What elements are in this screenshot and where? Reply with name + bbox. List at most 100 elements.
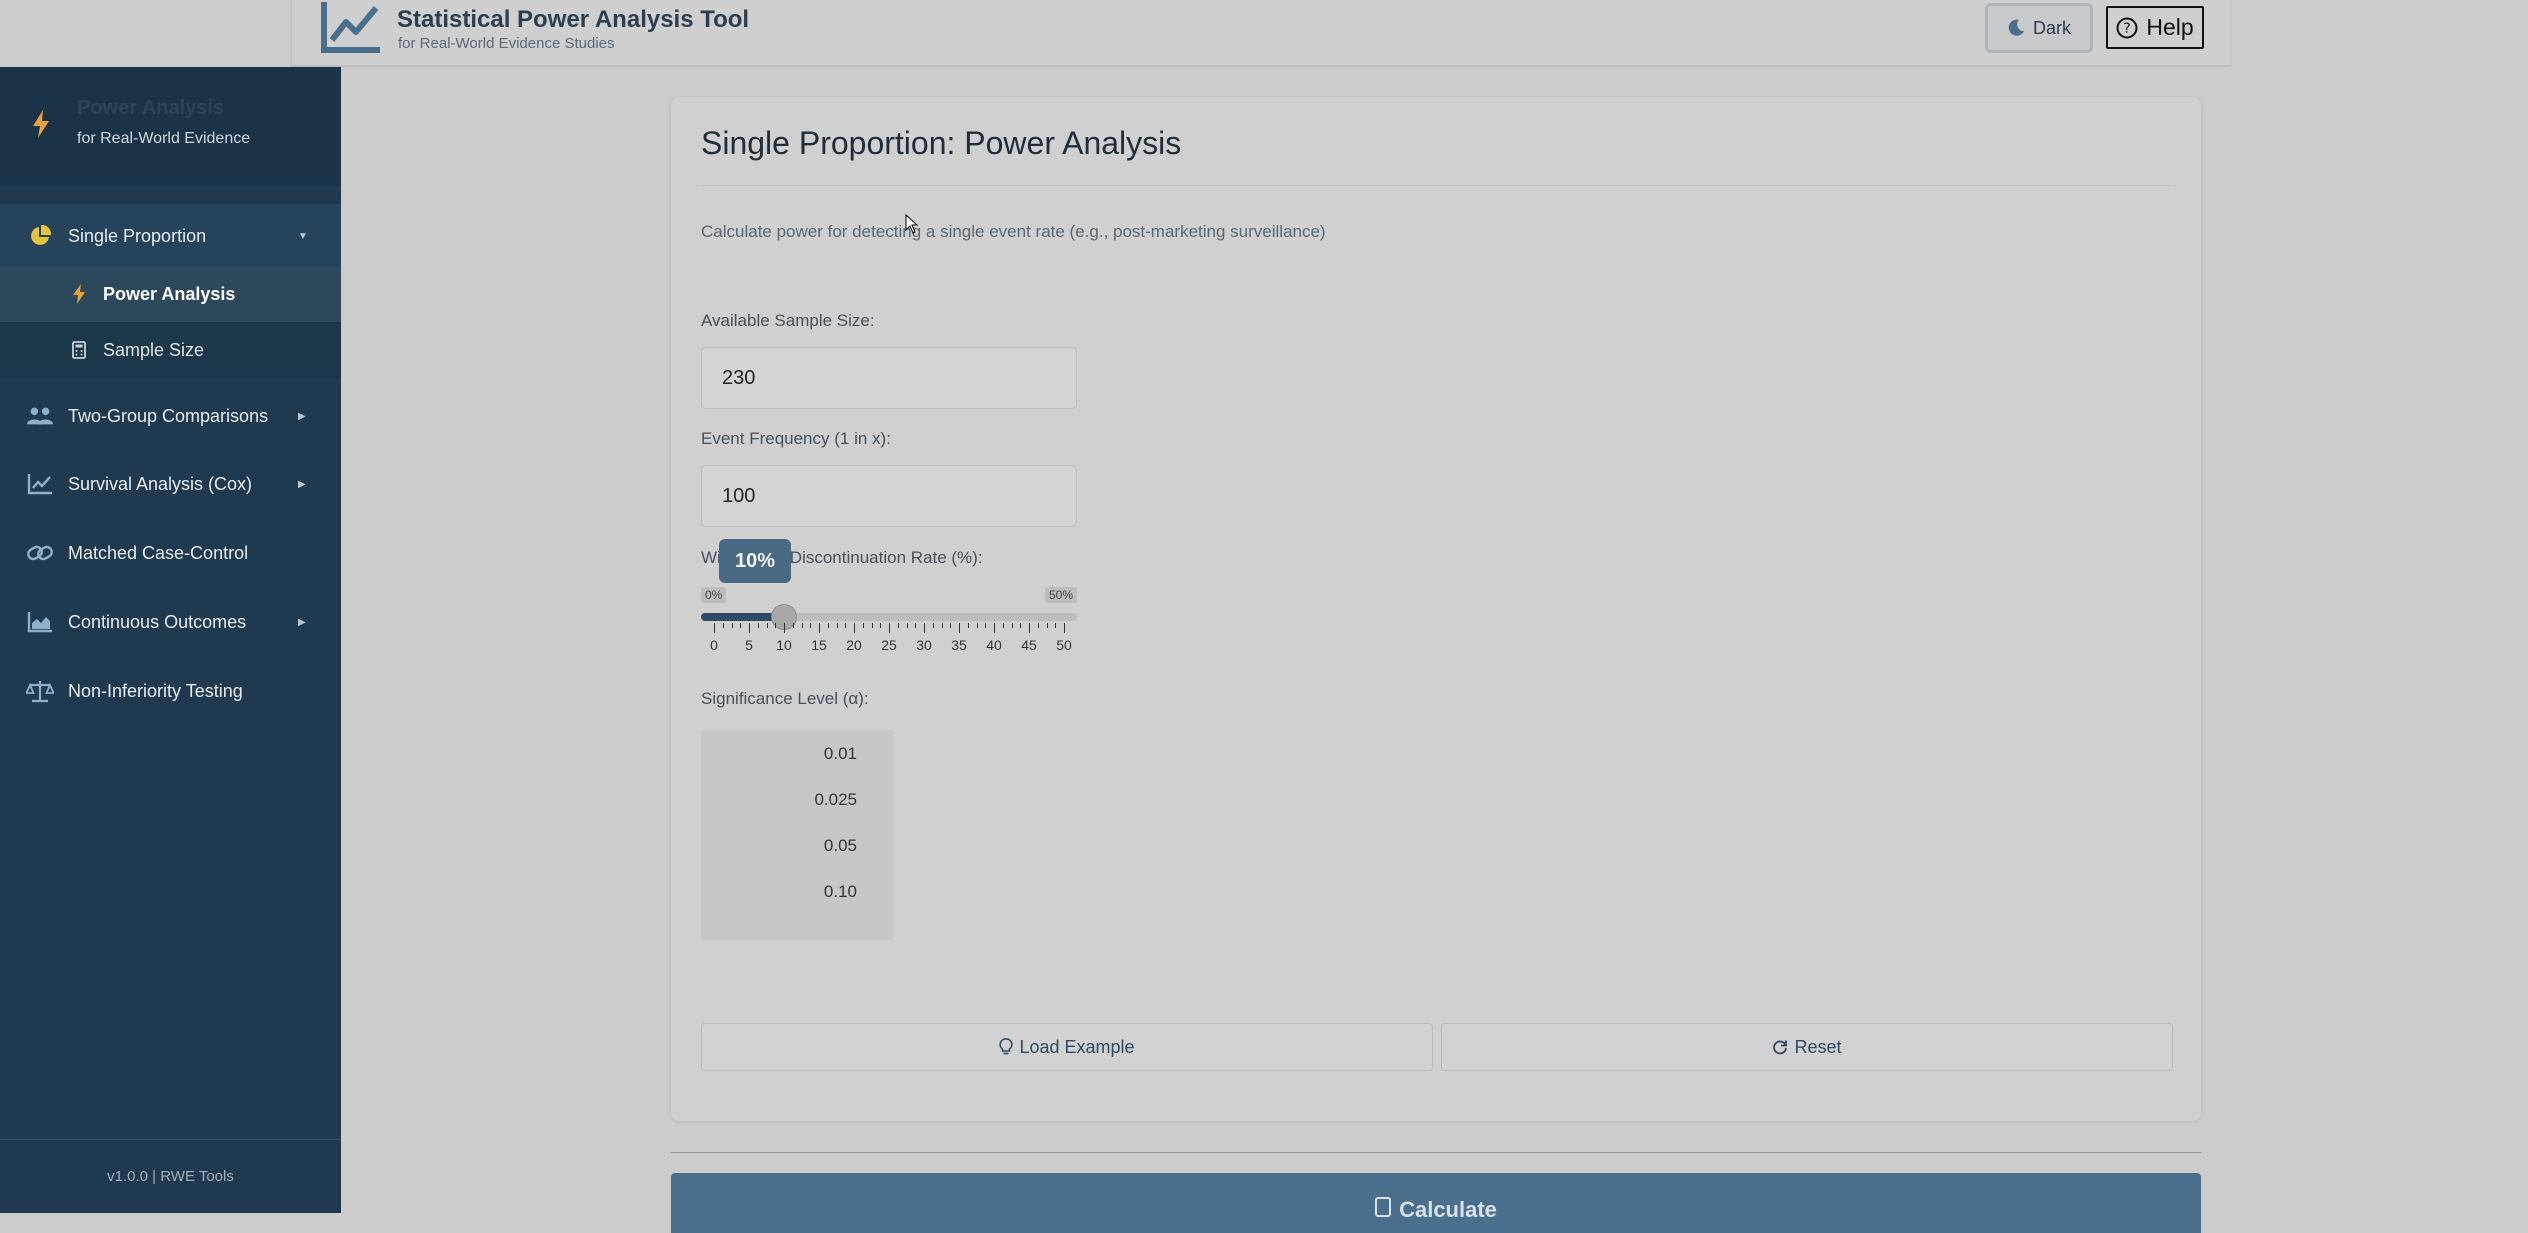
reset-button[interactable]: Reset xyxy=(1441,1023,2173,1071)
significance-level-select[interactable]: 0.01 0.025 0.05 0.10 xyxy=(701,730,893,940)
slider-minor-tick xyxy=(871,623,873,628)
slider-minor-tick xyxy=(985,623,987,628)
sidebar-brand-subtitle: for Real-World Evidence xyxy=(77,130,251,147)
slider-minor-tick xyxy=(880,623,882,628)
link-icon xyxy=(26,539,54,567)
users-icon xyxy=(26,402,54,430)
sidebar-item-label: Non-Inferiority Testing xyxy=(68,680,243,701)
sidebar-subitem-sample-size[interactable]: Sample Size xyxy=(0,322,341,378)
page-title: Single Proportion: Power Analysis xyxy=(701,125,1182,161)
line-chart-icon xyxy=(26,470,54,498)
slider-track[interactable] xyxy=(701,613,1077,621)
slider-minor-tick xyxy=(810,623,812,628)
alpha-option[interactable]: 0.10 xyxy=(701,882,893,902)
slider-major-tick xyxy=(749,623,750,633)
help-button[interactable]: ? Help xyxy=(2106,6,2204,49)
sidebar-item-two-group-comparisons[interactable]: Two-Group Comparisons ▶ xyxy=(0,384,341,448)
slider-major-tick xyxy=(889,623,890,633)
power-analysis-card: Single Proportion: Power Analysis Calcul… xyxy=(671,97,2201,1121)
sidebar-subitem-power-analysis[interactable]: Power Analysis xyxy=(0,266,341,322)
slider-tick-label: 30 xyxy=(916,637,932,653)
theme-toggle-button[interactable]: Dark xyxy=(1985,3,2093,53)
sidebar-item-continuous-outcomes[interactable]: Continuous Outcomes ▶ xyxy=(0,590,341,654)
sidebar-item-non-inferiority-testing[interactable]: Non-Inferiority Testing xyxy=(0,659,341,723)
svg-text:?: ? xyxy=(2124,21,2131,37)
sample-size-input[interactable]: 230 xyxy=(701,347,1077,409)
theme-toggle-label: Dark xyxy=(2032,17,2071,38)
slider-minor-tick xyxy=(941,623,943,628)
sample-size-label: Available Sample Size: xyxy=(701,311,875,330)
slider-tick-label: 40 xyxy=(986,637,1002,653)
balance-scale-icon xyxy=(26,677,54,705)
pie-chart-icon xyxy=(26,222,54,250)
caret-down-icon: ▼ xyxy=(298,230,308,242)
slider-minor-tick xyxy=(1055,623,1057,628)
sidebar-item-label: Survival Analysis (Cox) xyxy=(68,473,253,494)
sidebar-subitem-label: Power Analysis xyxy=(103,283,236,304)
slider-minor-tick xyxy=(950,623,952,628)
slider-minor-tick xyxy=(827,623,829,628)
significance-level-label: Significance Level (α): xyxy=(701,689,869,708)
slider-value-tooltip: 10% xyxy=(719,539,791,583)
sidebar-item-label: Two-Group Comparisons xyxy=(68,405,269,426)
caret-right-icon: ▶ xyxy=(298,410,306,422)
slider-max-label: 50% xyxy=(1044,587,1077,603)
calculate-label: Calculate xyxy=(1399,1197,1497,1222)
event-frequency-label: Event Frequency (1 in x): xyxy=(701,429,891,448)
slider-minor-tick xyxy=(976,623,978,628)
load-example-button[interactable]: Load Example xyxy=(701,1023,1433,1071)
slider-ticks: 0 5 10 15 20 25 30 35 40 45 50 xyxy=(701,623,1077,663)
alpha-option[interactable]: 0.05 xyxy=(701,836,893,856)
slider-tick-label: 50 xyxy=(1056,637,1072,653)
bolt-icon xyxy=(33,110,49,138)
slider-tick-label: 0 xyxy=(710,637,718,653)
slider-minor-tick xyxy=(1002,623,1004,628)
slider-minor-tick xyxy=(775,623,777,628)
alpha-option[interactable]: 0.025 xyxy=(701,790,893,810)
slider-major-tick xyxy=(714,623,715,633)
calculator-icon xyxy=(1375,1197,1392,1217)
sidebar-item-matched-case-control[interactable]: Matched Case-Control xyxy=(0,521,341,585)
slider-minor-tick xyxy=(1020,623,1022,628)
sidebar-brand-title: Power Analysis xyxy=(77,97,225,119)
slider-major-tick xyxy=(854,623,855,633)
divider xyxy=(671,1152,2201,1153)
slider-minor-tick xyxy=(836,623,838,628)
sidebar-item-label: Single Proportion xyxy=(68,225,207,246)
slider-major-tick xyxy=(959,623,960,633)
sidebar-subitem-label: Sample Size xyxy=(103,339,205,360)
app-subtitle: for Real-World Evidence Studies xyxy=(398,35,615,52)
slider-major-tick xyxy=(1064,623,1065,633)
slider-minor-tick xyxy=(801,623,803,628)
slider-tick-label: 25 xyxy=(881,637,897,653)
slider-tick-label: 45 xyxy=(1021,637,1037,653)
slider-major-tick xyxy=(994,623,995,633)
slider-tick-label: 15 xyxy=(811,637,827,653)
withdrawal-rate-slider[interactable]: 0% 50% 0 5 10 15 20 25 30 35 40 45 50 xyxy=(701,587,1077,677)
slider-minor-tick xyxy=(932,623,934,628)
refresh-icon xyxy=(1773,1040,1788,1055)
slider-minor-tick xyxy=(757,623,759,628)
slider-minor-tick xyxy=(740,623,742,628)
slider-tick-label: 5 xyxy=(745,637,753,653)
slider-tick-label: 10 xyxy=(776,637,792,653)
slider-minor-tick xyxy=(1037,623,1039,628)
sidebar-footer: v1.0.0 | RWE Tools xyxy=(0,1139,341,1213)
sidebar-item-survival-analysis[interactable]: Survival Analysis (Cox) ▶ xyxy=(0,452,341,516)
slider-tick-label: 35 xyxy=(951,637,967,653)
alpha-option[interactable]: 0.01 xyxy=(701,744,893,764)
lightbulb-icon xyxy=(999,1038,1014,1055)
top-header: Statistical Power Analysis Tool for Real… xyxy=(290,0,2232,67)
sidebar-item-label: Continuous Outcomes xyxy=(68,611,247,632)
app-title: Statistical Power Analysis Tool xyxy=(397,6,750,33)
event-frequency-input[interactable]: 100 xyxy=(701,465,1077,527)
slider-minor-tick xyxy=(722,623,724,628)
sidebar-item-single-proportion[interactable]: Single Proportion ▼ xyxy=(0,204,341,268)
reset-label: Reset xyxy=(1794,1036,1842,1057)
calculate-button[interactable]: Calculate xyxy=(671,1173,2201,1233)
slider-minor-tick xyxy=(1011,623,1013,628)
help-label: Help xyxy=(2146,14,2194,40)
slider-minor-tick xyxy=(792,623,794,628)
slider-major-tick xyxy=(924,623,925,633)
slider-minor-tick xyxy=(915,623,917,628)
